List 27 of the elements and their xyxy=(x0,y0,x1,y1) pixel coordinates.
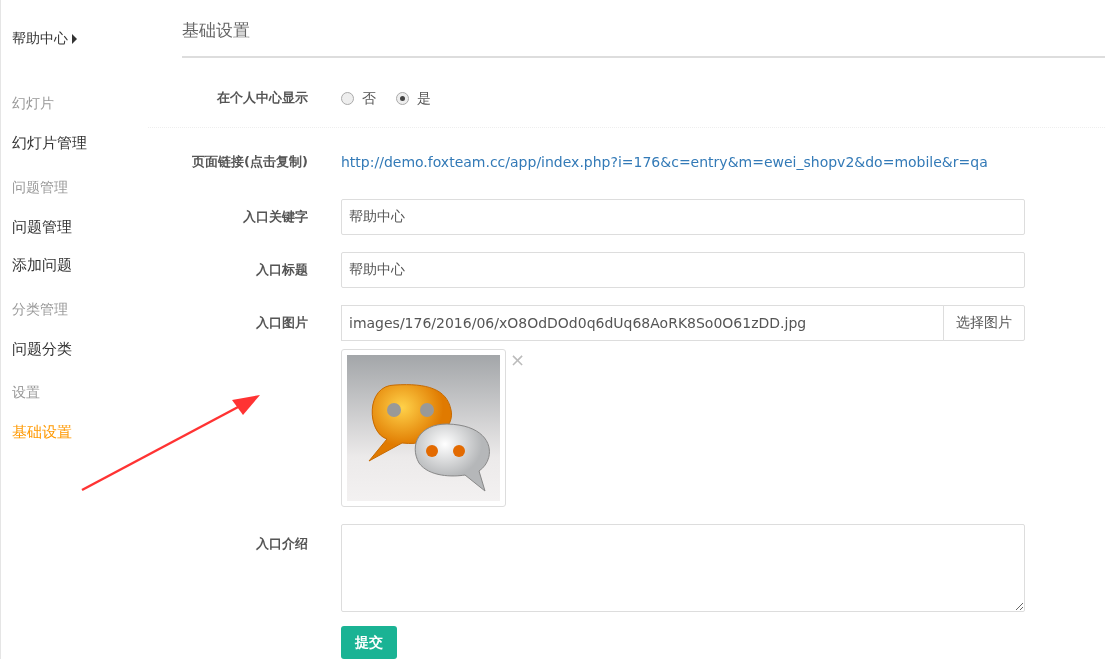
field-label: 入口标题 xyxy=(255,260,309,279)
sidebar-item[interactable]: 幻灯片管理 xyxy=(12,132,165,155)
radio-button[interactable] xyxy=(396,91,409,105)
radio-label: 是 xyxy=(417,88,431,108)
field-label: 入口介绍 xyxy=(255,534,309,553)
field-label: 页面链接(点击复制) xyxy=(191,152,309,171)
field-label: 入口关键字 xyxy=(242,207,309,226)
radio-button[interactable] xyxy=(341,91,354,105)
caret-icon xyxy=(72,33,77,44)
sidebar-group-title: 分类管理 xyxy=(12,299,69,319)
sidebar-item[interactable]: 问题分类 xyxy=(12,337,165,360)
sidebar-group-title: 设置 xyxy=(12,383,41,402)
sidebar-item[interactable]: 添加问题 xyxy=(12,254,165,277)
radio-label: 否 xyxy=(362,88,376,108)
sidebar-item[interactable]: 问题管理 xyxy=(12,215,165,238)
choose-image-button[interactable]: 选择图片 xyxy=(943,304,1025,341)
sidebar-group-title: 问题管理 xyxy=(12,177,69,197)
description-field[interactable] xyxy=(341,523,1025,612)
field-label: 入口图片 xyxy=(255,313,309,332)
sidebar-header[interactable]: 帮助中心 xyxy=(12,28,68,49)
image-path-field[interactable]: images/176/2016/06/xO8OdDOd0q6dUq68AoRK8So0O61zDD.jpg xyxy=(341,304,944,341)
field-label: 在个人中心显示 xyxy=(216,88,309,107)
text-field[interactable]: 帮助中心 xyxy=(341,198,1025,235)
page-link[interactable]: http://demo.foxteam.cc/app/index.php?i=176&c=entry&m=ewei_shopv2&do=mobile&r=qa xyxy=(341,153,988,170)
sidebar-group-title: 幻灯片 xyxy=(12,94,55,113)
text-field[interactable]: 帮助中心 xyxy=(341,251,1025,288)
page-title: 基础设置 xyxy=(182,18,1105,58)
